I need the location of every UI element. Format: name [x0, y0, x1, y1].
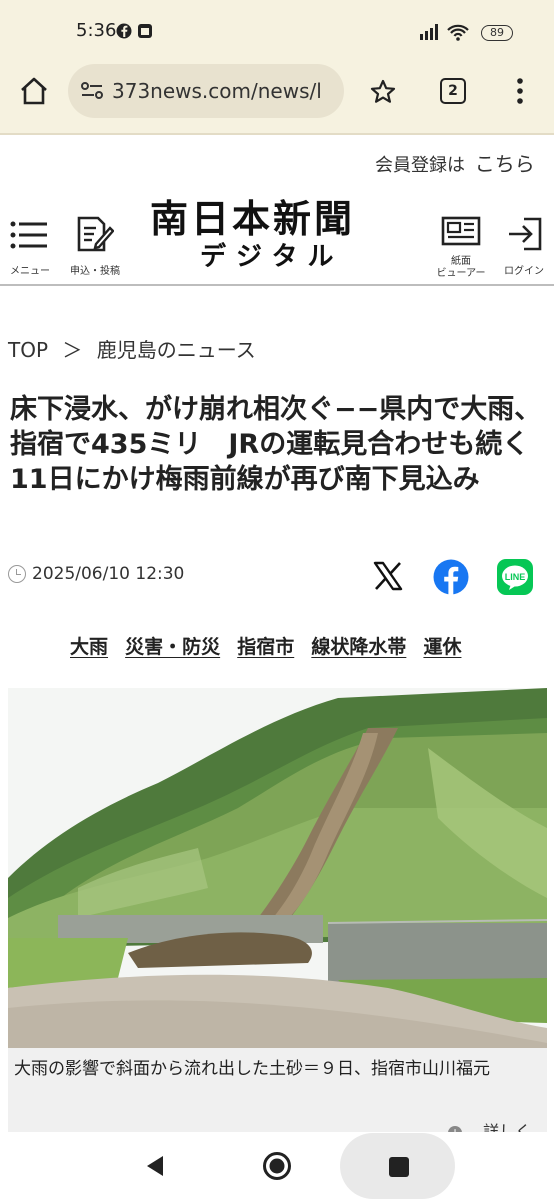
tab-switcher-button[interactable]: 2 — [440, 78, 466, 104]
home-icon[interactable] — [18, 76, 50, 106]
logo-main[interactable]: 南日本新聞 — [150, 188, 355, 243]
status-right-icons — [418, 22, 478, 46]
login-icon[interactable] — [506, 216, 544, 252]
more-menu-icon[interactable] — [510, 76, 530, 106]
battery-icon: 89 — [481, 25, 513, 41]
signal-icon — [420, 24, 438, 40]
clock-icon — [8, 565, 26, 583]
menu-icon[interactable] — [10, 220, 48, 250]
status-left-icons — [116, 22, 156, 44]
status-time: 5:36 — [76, 20, 117, 41]
site-settings-icon[interactable] — [80, 80, 104, 102]
tag-link[interactable]: 運休 — [423, 632, 461, 659]
recents-icon[interactable] — [388, 1156, 410, 1178]
tag-link[interactable]: 災害・防災 — [125, 632, 220, 659]
apply-post-icon[interactable] — [74, 214, 114, 254]
line-share-icon[interactable]: LINE — [497, 559, 533, 595]
url-text[interactable]: 373news.com/news/l — [112, 79, 336, 103]
member-register-link[interactable]: こちら — [475, 152, 535, 176]
facebook-icon — [116, 23, 152, 39]
newspaper-viewer-icon[interactable] — [441, 216, 481, 246]
apply-label[interactable]: 申込・投稿 — [64, 262, 126, 277]
menu-label[interactable]: メニュー — [6, 262, 54, 277]
member-registration: 会員登録は こちら — [375, 148, 535, 177]
wifi-icon — [447, 24, 469, 37]
breadcrumb-section[interactable]: 鹿児島のニュース — [97, 338, 256, 362]
member-prefix: 会員登録は — [375, 155, 465, 176]
article-photo[interactable] — [8, 688, 547, 1048]
breadcrumb: TOP ＞ 鹿児島のニュース — [8, 334, 256, 363]
bookmark-star-icon[interactable] — [369, 78, 397, 106]
breadcrumb-top[interactable]: TOP — [8, 338, 48, 362]
x-share-icon[interactable] — [372, 560, 404, 592]
header-divider — [0, 284, 554, 286]
logo-sub[interactable]: デジタル — [200, 236, 343, 273]
back-icon[interactable] — [144, 1154, 166, 1178]
viewer-label-2[interactable]: ビューアー — [426, 264, 496, 279]
tag-link[interactable]: 指宿市 — [237, 632, 294, 659]
svg-text:LINE: LINE — [505, 572, 526, 582]
tag-link[interactable]: 線状降水帯 — [311, 632, 406, 659]
tag-link[interactable]: 大雨 — [70, 632, 108, 659]
photo-caption: 大雨の影響で斜面から流れ出した土砂＝９日、指宿市山川福元 — [14, 1059, 490, 1079]
login-label[interactable]: ログイン — [498, 262, 550, 277]
breadcrumb-separator: ＞ — [62, 338, 83, 362]
article-date: 2025/06/10 12:30 — [32, 564, 185, 584]
home-nav-icon[interactable] — [262, 1151, 292, 1181]
article-title: 床下浸水、がけ崩れ相次ぐ−−県内で大雨、指宿で435ミリ JRの運転見合わせも続… — [10, 394, 554, 495]
facebook-share-icon[interactable] — [433, 559, 469, 595]
toolbar-divider — [0, 133, 554, 135]
tag-list: 大雨 災害・防災 指宿市 線状降水帯 運休 — [70, 632, 540, 659]
notification-icon — [138, 24, 152, 38]
